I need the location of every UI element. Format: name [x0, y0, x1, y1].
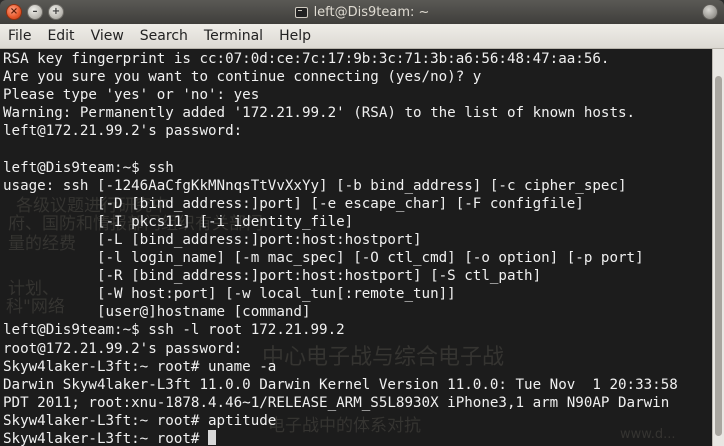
- terminal-line: left@172.21.99.2's password:: [3, 123, 243, 140]
- terminal-line: PDT 2011; root:xnu-1878.4.46~1/RELEASE_A…: [3, 394, 670, 411]
- terminal-output[interactable]: 各级议题进行研究中 府、国防和情报部门组织有关部门 量的经费 计划、 科"网络 …: [0, 49, 712, 446]
- terminal-line: [-D [bind_address:]port] [-e escape_char…: [3, 195, 584, 212]
- terminal-line: [-I pkcs11] [-i identity_file]: [3, 213, 354, 230]
- window-title: left@Dis9team: ~: [0, 0, 724, 24]
- scrollbar-thumb[interactable]: [715, 76, 722, 436]
- terminal-line: [-R [bind_address:]port:host:hostport] […: [3, 268, 542, 285]
- terminal-line: [user@]hostname [command]: [3, 304, 311, 321]
- title-bar[interactable]: × – + left@Dis9team: ~: [0, 0, 724, 25]
- menu-search[interactable]: Search: [132, 24, 196, 48]
- window-menu-button[interactable]: [702, 4, 718, 20]
- terminal-line: [-l login_name] [-m mac_spec] [-O ctl_cm…: [3, 250, 644, 267]
- terminal-line: Skyw4laker-L3ft:~ root# uname -a: [3, 358, 277, 375]
- terminal-line: [-L [bind_address:]port:host:hostport]: [3, 231, 422, 248]
- terminal-line: usage: ssh [-1246AaCfgKkMNnqsTtVvXxYy] […: [3, 177, 627, 194]
- terminal-line: left@Dis9team:~$ ssh: [3, 159, 174, 176]
- terminal-line: left@Dis9team:~$ ssh -l root 172.21.99.2: [3, 322, 345, 339]
- terminal-line: Skyw4laker-L3ft:~ root# aptitude: [3, 412, 277, 429]
- window-title-text: left@Dis9team: ~: [313, 4, 430, 20]
- menu-edit[interactable]: Edit: [39, 24, 82, 48]
- terminal-line: Skyw4laker-L3ft:~ root#: [3, 429, 678, 446]
- terminal-line: Are you sure you want to continue connec…: [3, 69, 482, 86]
- menu-terminal[interactable]: Terminal: [196, 24, 271, 48]
- terminal-line: Warning: Permanently added '172.21.99.2'…: [3, 105, 636, 122]
- terminal-window: × – + left@Dis9team: ~ File Edit View Se…: [0, 0, 724, 446]
- terminal-line: Please type 'yes' or 'no': yes: [3, 87, 260, 104]
- menu-file[interactable]: File: [0, 24, 39, 48]
- terminal-line: [-W host:port] [-w local_tun[:remote_tun…: [3, 286, 456, 303]
- terminal-icon: [294, 6, 308, 18]
- terminal-line: RSA key fingerprint is cc:07:0d:ce:7c:17…: [3, 51, 610, 67]
- text-cursor: [208, 429, 216, 445]
- menu-help[interactable]: Help: [271, 24, 319, 48]
- terminal-lines: RSA key fingerprint is cc:07:0d:ce:7c:17…: [3, 50, 678, 446]
- terminal-line: Darwin Skyw4laker-L3ft 11.0.0 Darwin Ker…: [3, 376, 678, 393]
- vertical-scrollbar[interactable]: [712, 49, 724, 446]
- menu-view[interactable]: View: [83, 24, 132, 48]
- menu-bar: File Edit View Search Terminal Help: [0, 24, 724, 49]
- terminal-line: root@172.21.99.2's password:: [3, 340, 243, 357]
